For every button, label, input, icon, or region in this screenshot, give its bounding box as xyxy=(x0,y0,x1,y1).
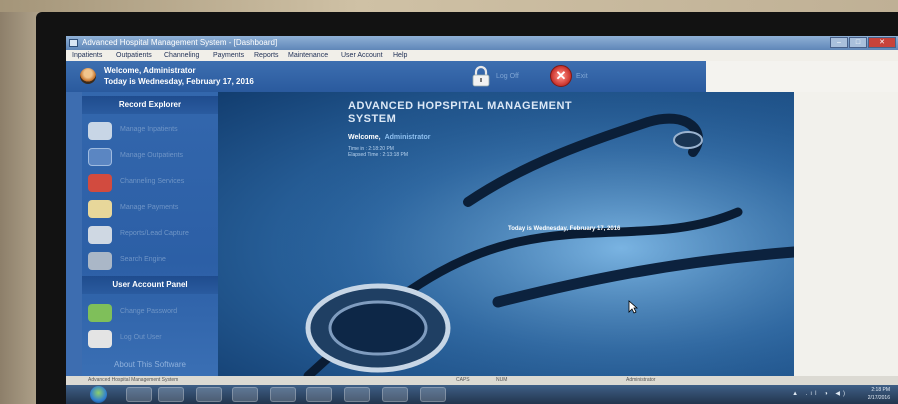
binoculars-icon xyxy=(88,252,112,270)
header-blank-area xyxy=(706,61,898,92)
system-tray[interactable]: ▲ .ıl ◑ ◀) xyxy=(792,390,848,397)
menu-channeling[interactable]: Channeling xyxy=(164,50,199,61)
menu-inpatients[interactable]: Inpatients xyxy=(72,50,102,61)
sidebar-item-outpatients[interactable]: Manage Outpatients xyxy=(82,146,218,168)
record-explorer-header: Record Explorer xyxy=(82,96,218,114)
folder-taskbar-icon[interactable] xyxy=(306,387,332,402)
status-app-name: Advanced Hospital Management System xyxy=(88,377,179,383)
minimize-button[interactable]: – xyxy=(830,37,848,48)
menu-maintenance[interactable]: Maintenance xyxy=(288,50,328,61)
log-off-label[interactable]: Log Off xyxy=(496,73,519,80)
system-title: ADVANCED HOPSPITAL MANAGEMENT SYSTEM xyxy=(348,100,573,125)
status-caps: CAPS xyxy=(456,377,470,383)
sidebar-item-change-password[interactable]: Change Password xyxy=(82,302,218,324)
menu-user-account[interactable]: User Account xyxy=(341,50,383,61)
exit-label[interactable]: Exit xyxy=(576,73,588,80)
app-taskbar-icon[interactable] xyxy=(344,387,370,402)
folder-icon xyxy=(88,226,112,244)
money-icon xyxy=(88,200,112,218)
sidebar: Record Explorer Manage Inpatients Manage… xyxy=(82,92,218,376)
sidebar-item-label: Manage Inpatients xyxy=(120,126,178,133)
stethoscope-illustration xyxy=(218,92,794,376)
menu-bar: Inpatients Outpatients Channeling Paymen… xyxy=(66,50,898,61)
hospital-app-taskbar-icon[interactable] xyxy=(420,387,446,402)
header-welcome: Welcome, Administrator xyxy=(104,66,196,75)
sidebar-item-log-out[interactable]: Log Out User xyxy=(82,328,218,350)
clock-date: 2/17/2016 xyxy=(867,395,890,401)
close-button[interactable]: ✕ xyxy=(868,37,896,48)
status-user: Administrator xyxy=(626,377,656,383)
menu-payments[interactable]: Payments xyxy=(213,50,244,61)
sidebar-item-label: Channeling Services xyxy=(120,178,185,185)
sidebar-item-label: Manage Payments xyxy=(120,204,179,211)
window-controls: – □ ✕ xyxy=(830,37,896,48)
telephone-icon xyxy=(88,174,112,192)
user-account-panel-header: User Account Panel xyxy=(82,276,218,294)
sidebar-item-label: Manage Outpatients xyxy=(120,152,184,159)
application-window: Advanced Hospital Management System - [D… xyxy=(66,36,898,404)
sidebar-item-label: Log Out User xyxy=(120,334,162,341)
chrome-taskbar-icon[interactable] xyxy=(232,387,258,402)
clock-time: 2:18 PM xyxy=(871,387,890,393)
status-num: NUM xyxy=(496,377,508,383)
welcome-label: Welcome, xyxy=(348,134,381,141)
wheelchair-icon xyxy=(88,148,112,166)
main-date: Today is Wednesday, February 17, 2016 xyxy=(508,226,621,232)
header-banner: Welcome, Administrator Today is Wednesda… xyxy=(66,61,706,92)
lock-icon[interactable] xyxy=(470,65,492,87)
sidebar-item-payments[interactable]: Manage Payments xyxy=(82,198,218,220)
sidebar-gutter xyxy=(66,92,82,376)
sidebar-item-label: Change Password xyxy=(120,308,178,315)
title-bar: Advanced Hospital Management System - [D… xyxy=(66,36,898,50)
mouse-pointer-icon xyxy=(628,300,638,314)
elapsed-time: Elapsed Time : 2:13:18 PM xyxy=(348,152,409,158)
sidebar-item-label: Reports/Lead Capture xyxy=(120,230,189,237)
sidebar-item-reports[interactable]: Reports/Lead Capture xyxy=(82,224,218,246)
main-blank-area xyxy=(794,92,898,376)
about-software-link[interactable]: About This Software xyxy=(82,356,218,374)
mail-taskbar-icon[interactable] xyxy=(196,387,222,402)
welcome-user: Administrator xyxy=(384,134,431,141)
dashboard-background: ADVANCED HOPSPITAL MANAGEMENT SYSTEM Wel… xyxy=(218,92,794,376)
menu-outpatients[interactable]: Outpatients xyxy=(116,50,152,61)
skype-taskbar-icon[interactable] xyxy=(158,387,184,402)
menu-help[interactable]: Help xyxy=(393,50,407,61)
explorer-taskbar-icon[interactable] xyxy=(126,387,152,402)
inpatient-icon xyxy=(88,122,112,140)
sidebar-item-search[interactable]: Search Engine xyxy=(82,250,218,272)
maximize-button[interactable]: □ xyxy=(849,37,867,48)
menu-reports[interactable]: Reports xyxy=(254,50,279,61)
app-icon xyxy=(69,39,78,47)
sidebar-item-label: Search Engine xyxy=(120,256,166,263)
wall-background xyxy=(0,0,898,12)
visual-studio-taskbar-icon[interactable] xyxy=(382,387,408,402)
main-welcome: Welcome, Administrator xyxy=(348,134,430,141)
users-icon xyxy=(88,304,112,322)
lock-icon xyxy=(88,330,112,348)
exit-button[interactable]: ✕ xyxy=(550,65,572,87)
media-taskbar-icon[interactable] xyxy=(270,387,296,402)
taskbar: ▲ .ıl ◑ ◀) 2:18 PM 2/17/2016 xyxy=(66,385,898,404)
login-time: Time in : 2:18:20 PM Elapsed Time : 2:13… xyxy=(348,146,408,158)
taskbar-clock[interactable]: 2:18 PM 2/17/2016 xyxy=(868,386,890,402)
header-date: Today is Wednesday, February 17, 2016 xyxy=(104,77,254,86)
window-title: Advanced Hospital Management System - [D… xyxy=(82,38,278,47)
sidebar-item-inpatients[interactable]: Manage Inpatients xyxy=(82,120,218,142)
status-bar: Advanced Hospital Management System CAPS… xyxy=(66,376,898,385)
sidebar-item-channeling[interactable]: Channeling Services xyxy=(82,172,218,194)
user-avatar-icon xyxy=(80,68,96,84)
start-button[interactable] xyxy=(90,386,107,403)
